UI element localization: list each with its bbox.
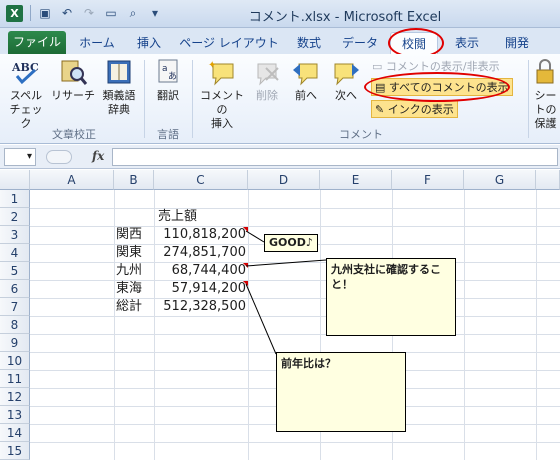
abc-check-icon: ABC [11,61,39,85]
thesaurus-book-icon [107,60,131,84]
translate-icon: a あ [158,59,178,83]
previous-comment-button[interactable]: 前へ [288,58,324,103]
formula-bar-grip[interactable] [46,150,72,164]
show-ink-label: インクの表示 [387,103,454,116]
group-separator [192,60,193,138]
toggle-comment-button[interactable]: ▭ コメントの表示/非表示 [372,58,500,76]
toggle-comment-label: コメントの表示/非表示 [385,60,500,73]
research-label: リサーチ [51,89,95,102]
next-comment-button[interactable]: 次へ [328,58,364,103]
translate-button[interactable]: a あ 翻訳 [148,58,188,103]
worksheet-grid[interactable]: A B C D E F G 1 2 3 4 5 6 7 8 9 10 11 12… [0,170,560,460]
previous-label: 前へ [295,89,317,102]
research-book-icon [61,60,88,85]
delete-comment-icon [257,63,279,86]
spelling-button[interactable]: ABC スペル チェック [6,58,46,131]
ribbon: ABC スペル チェック リサーチ 類義語 辞典 文章校正 a あ 翻訳 言語 [0,54,560,144]
language-group-label: 言語 [157,128,179,141]
protect-sheet-button[interactable]: シートの 保護 [531,58,560,131]
group-separator [528,60,529,138]
tab-data[interactable]: データ [336,32,384,54]
protect-label-1: シートの [534,89,557,116]
comment-box-c5[interactable]: 九州支社に確認すること！ [326,258,456,336]
tab-view[interactable]: 表示 [446,32,488,54]
tab-insert[interactable]: 挿入 [128,32,170,54]
show-all-comments-icon: ▤ [375,81,389,94]
next-comment-icon [334,63,359,86]
previous-comment-icon [293,63,318,86]
comments-group-label: コメント [339,128,383,141]
tab-page-layout[interactable]: ページ レイアウト [176,32,282,54]
proofing-group-label: 文章校正 [52,128,96,141]
group-separator [144,60,145,138]
translate-label: 翻訳 [157,89,179,102]
thesaurus-label-2: 辞典 [108,103,130,116]
show-ink-button[interactable]: ✎ インクの表示 [371,100,458,118]
new-comment-label-1: コメントの [200,89,244,116]
formula-bar: ▾ fx [0,145,560,169]
svg-text:a: a [162,64,168,74]
spelling-label-1: スペル [9,89,43,102]
tab-review[interactable]: 校閲 [390,32,438,54]
name-box[interactable]: ▾ [4,148,36,166]
comment-box-c3[interactable]: GOOD♪ [264,234,318,252]
window-title: コメント.xlsx - Microsoft Excel [248,10,442,25]
toggle-comment-icon: ▭ [372,60,386,73]
show-all-comments-button[interactable]: ▤ すべてのコメントの表示 [371,78,513,96]
next-label: 次へ [335,89,357,102]
new-comment-button[interactable]: ✦ コメントの 挿入 [196,58,248,131]
delete-label: 削除 [256,89,278,102]
protect-label-2: 保護 [534,117,557,130]
delete-comment-button[interactable]: 削除 [250,58,284,103]
thesaurus-button[interactable]: 類義語 辞典 [98,58,140,117]
comment-box-c6[interactable]: 前年比は？ [276,352,406,432]
formula-input[interactable] [112,148,558,166]
tab-developer[interactable]: 開発 [496,32,538,54]
svg-text:あ: あ [168,71,177,82]
tab-home[interactable]: ホーム [72,32,122,54]
thesaurus-label-1: 類義語 [102,89,136,102]
new-comment-icon: ✦ [208,60,234,86]
insert-function-icon[interactable]: fx [92,149,104,163]
lock-icon [536,59,554,84]
ink-icon: ✎ [375,103,388,116]
ribbon-tabs: ファイル ホーム 挿入 ページ レイアウト 数式 データ 校閲 表示 開発 [0,28,560,54]
research-button[interactable]: リサーチ [50,58,96,103]
show-all-comments-label: すべてのコメントの表示 [388,81,509,94]
tab-file[interactable]: ファイル [8,31,66,54]
tab-formulas[interactable]: 数式 [288,32,330,54]
svg-text:✦: ✦ [208,60,216,71]
title-bar: X ▣ ↶ ↷ ▭ ⌕ ▾ コメント.xlsx - Microsoft Exce… [0,0,560,28]
